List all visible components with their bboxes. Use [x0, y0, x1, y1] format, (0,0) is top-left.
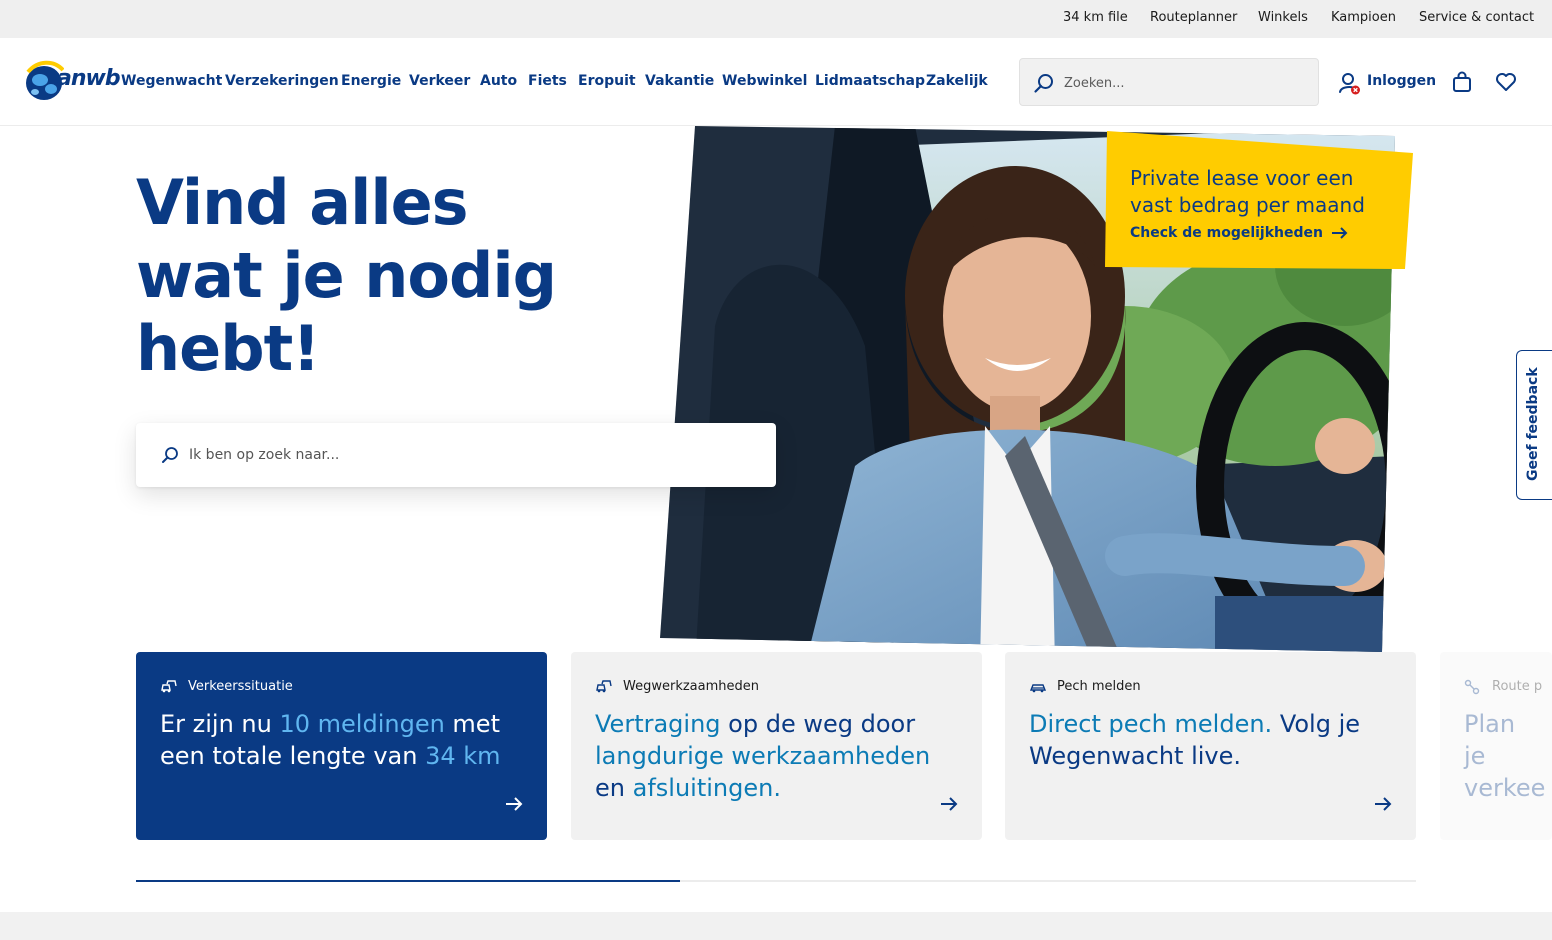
roadworks-icon [596, 680, 612, 693]
nav-eropuit[interactable]: Eropuit [578, 73, 636, 89]
feedback-tab[interactable]: Geef feedback [1516, 350, 1552, 500]
utility-link-winkels[interactable]: Winkels [1258, 10, 1308, 25]
feedback-label: Geef feedback [1525, 367, 1541, 481]
footer-band [0, 912, 1552, 940]
shopping-bag-icon[interactable] [1451, 71, 1473, 93]
utility-link-kampioen[interactable]: Kampioen [1331, 10, 1396, 25]
hero-search-input[interactable] [189, 443, 749, 467]
nav-auto[interactable]: Auto [480, 73, 517, 89]
logo-wordmark: anwb [57, 66, 121, 91]
hero-title-line: Vind alles [136, 166, 469, 239]
anwb-logo[interactable]: anwb [24, 58, 121, 104]
header-search [1019, 58, 1319, 106]
card-text-part: en [595, 774, 633, 802]
promo-link-label: Check de mogelijkheden [1130, 225, 1323, 241]
card-highlight: Direct pech melden. [1029, 710, 1273, 738]
card-text: Er zijn nu 10 meldingen met een totale l… [160, 708, 520, 772]
card-routeplanner-partial[interactable]: Route p Plan je verkee [1440, 652, 1552, 840]
utility-link-file[interactable]: 34 km file [1063, 10, 1128, 25]
nav-wegenwacht[interactable]: Wegenwacht [121, 73, 222, 89]
promo-title: Private lease voor een vast bedrag per m… [1130, 166, 1365, 217]
carousel-progress-fill [136, 880, 680, 882]
login-label: Inloggen [1367, 73, 1437, 89]
heart-icon[interactable] [1495, 72, 1517, 92]
nav-fiets[interactable]: Fiets [528, 73, 567, 89]
nav-lidmaatschap[interactable]: Lidmaatschap [815, 73, 925, 89]
card-highlight: langdurige werkzaamheden [595, 742, 931, 770]
header-search-input[interactable] [1064, 71, 1304, 95]
card-label: Route p [1492, 679, 1543, 694]
nav-energie[interactable]: Energie [341, 73, 401, 89]
card-highlight: Vertraging [595, 710, 721, 738]
user-icon [1339, 73, 1360, 95]
arrow-right-icon [941, 797, 958, 811]
card-text: Direct pech melden. Volg je Wegenwacht l… [1029, 708, 1389, 772]
card-highlight: afsluitingen. [632, 774, 781, 802]
arrow-right-icon [1332, 227, 1348, 239]
traffic-icon [161, 680, 177, 693]
hero-title-line: wat je nodig [136, 239, 557, 312]
promo-link[interactable]: Check de mogelijkheden [1130, 225, 1349, 241]
card-pech-melden[interactable]: Pech melden Direct pech melden. Volg je … [1005, 652, 1416, 840]
card-text-part: op de weg door [720, 710, 916, 738]
breakdown-car-icon [1029, 684, 1047, 693]
utility-link-routeplanner[interactable]: Routeplanner [1150, 10, 1237, 25]
nav-verkeer[interactable]: Verkeer [409, 73, 470, 89]
nav-vakantie[interactable]: Vakantie [645, 73, 714, 89]
promo-private-lease[interactable]: Private lease voor een vast bedrag per m… [1105, 131, 1415, 271]
hero-search [136, 423, 776, 487]
main-header: anwb Wegenwacht Verzekeringen Energie Ve… [0, 38, 1552, 126]
card-label: Verkeerssituatie [188, 679, 293, 694]
card-highlight: 10 meldingen [279, 710, 445, 738]
search-icon [162, 447, 178, 463]
card-label: Pech melden [1057, 679, 1141, 694]
nav-webwinkel[interactable]: Webwinkel [722, 73, 807, 89]
search-icon[interactable] [1033, 72, 1055, 94]
nav-zakelijk[interactable]: Zakelijk [926, 73, 988, 89]
card-text: Vertraging op de weg door langdurige wer… [595, 708, 955, 804]
card-text: Plan je verkee [1464, 710, 1546, 802]
carousel-progress [136, 880, 1416, 882]
hero-title: Vind alles wat je nodig hebt! [136, 166, 656, 385]
utility-link-service-contact[interactable]: Service & contact [1419, 10, 1534, 25]
card-verkeerssituatie[interactable]: Verkeerssituatie Er zijn nu 10 meldingen… [136, 652, 547, 840]
hero-title-line: hebt! [136, 312, 320, 385]
card-wegwerkzaamheden[interactable]: Wegwerkzaamheden Vertraging op de weg do… [571, 652, 982, 840]
nav-verzekeringen[interactable]: Verzekeringen [225, 73, 339, 89]
arrow-right-icon [506, 797, 523, 811]
utility-bar: 34 km file Routeplanner Winkels Kampioen… [0, 0, 1552, 38]
card-highlight: 34 km [425, 742, 501, 770]
arrow-right-icon [1375, 797, 1392, 811]
card-label: Wegwerkzaamheden [623, 679, 759, 694]
card-text-part: Er zijn nu [160, 710, 280, 738]
route-icon [1464, 679, 1480, 695]
